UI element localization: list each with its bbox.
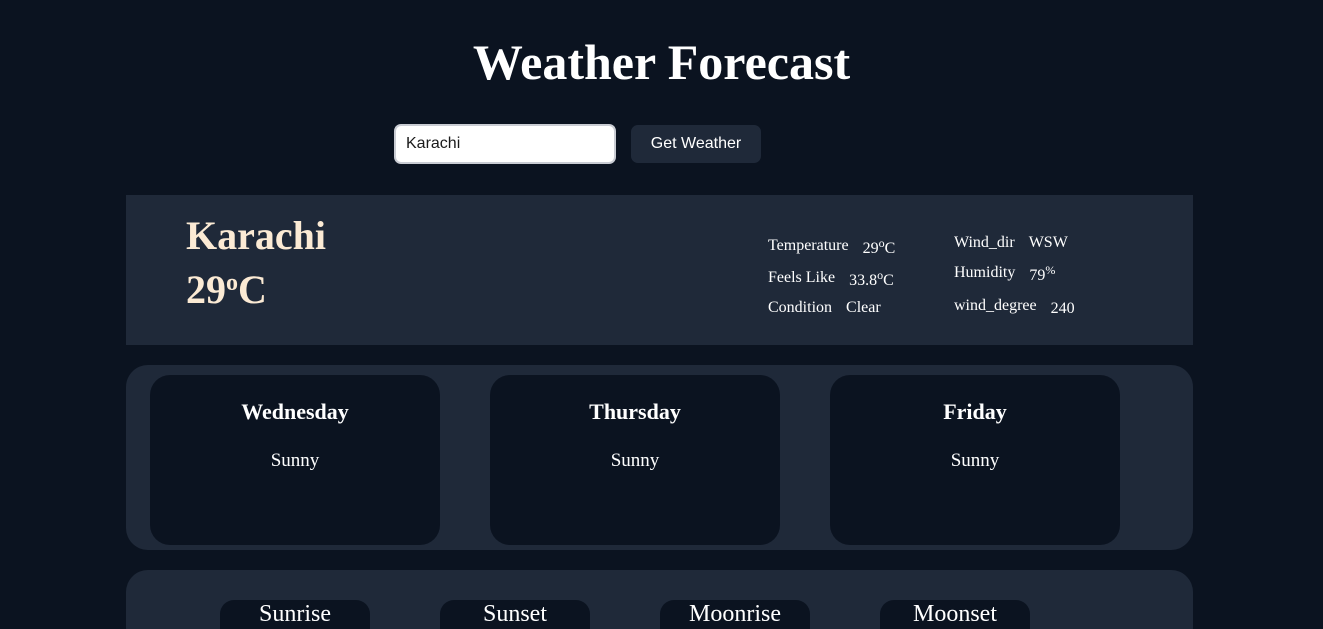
astro-sunset: Sunset bbox=[440, 600, 590, 629]
temperature-unit: C bbox=[238, 267, 267, 312]
astro-moonset: Moonset bbox=[880, 600, 1030, 629]
city-search-input[interactable] bbox=[394, 124, 616, 164]
temperature-value: 29 bbox=[186, 267, 226, 312]
detail-label: Humidity bbox=[954, 264, 1016, 281]
get-weather-button[interactable]: Get Weather bbox=[631, 125, 761, 163]
detail-humidity: Humidity 79% bbox=[954, 263, 1056, 284]
detail-label: Condition bbox=[768, 299, 833, 316]
forecast-card: Wednesday Sunny bbox=[150, 375, 440, 545]
detail-label: Feels Like bbox=[768, 269, 836, 286]
page-title: Weather Forecast bbox=[472, 34, 851, 90]
astro-moonrise: Moonrise bbox=[660, 600, 810, 629]
detail-temperature: Temperature 29oC bbox=[768, 236, 896, 257]
detail-label: Wind_dir bbox=[954, 234, 1015, 251]
weather-app: Weather Forecast Get Weather Karachi 29o… bbox=[0, 0, 1323, 629]
current-weather-panel: Karachi 29oC Temperature 29oC Feels Like 3… bbox=[126, 195, 1193, 345]
forecast-day: Thursday bbox=[589, 399, 681, 424]
forecast-day: Friday bbox=[943, 399, 1007, 424]
forecast-condition: Sunny bbox=[610, 450, 660, 471]
detail-value: WSW bbox=[1028, 234, 1068, 251]
detail-value: 240 bbox=[1050, 300, 1075, 317]
current-temperature: 29oC bbox=[186, 267, 267, 313]
forecast-day: Wednesday bbox=[241, 399, 349, 424]
detail-label: wind_degree bbox=[954, 297, 1037, 314]
astro-sunrise: Sunrise bbox=[220, 600, 370, 629]
forecast-panel: Wednesday Sunny Thursday Sunny Friday Su… bbox=[126, 365, 1193, 550]
detail-value: Clear bbox=[846, 299, 881, 316]
detail-value: 33.8oC bbox=[849, 268, 894, 289]
forecast-card: Friday Sunny bbox=[830, 375, 1120, 545]
forecast-condition: Sunny bbox=[950, 450, 1000, 471]
forecast-card: Thursday Sunny bbox=[490, 375, 780, 545]
detail-label: Temperature bbox=[768, 237, 849, 254]
detail-feels-like: Feels Like 33.8oC bbox=[768, 268, 894, 289]
city-name: Karachi bbox=[186, 213, 326, 258]
detail-wind-dir: Wind_dir WSW bbox=[954, 233, 1068, 253]
degree-symbol: o bbox=[226, 269, 238, 296]
detail-condition: Condition Clear bbox=[768, 298, 881, 318]
detail-value: 29oC bbox=[862, 236, 896, 257]
detail-wind-degree: wind_degree 240 bbox=[954, 296, 1075, 317]
detail-value: 79% bbox=[1029, 263, 1056, 284]
forecast-condition: Sunny bbox=[270, 450, 320, 471]
astronomy-panel: Sunrise Sunset Moonrise Moonset bbox=[126, 570, 1193, 629]
